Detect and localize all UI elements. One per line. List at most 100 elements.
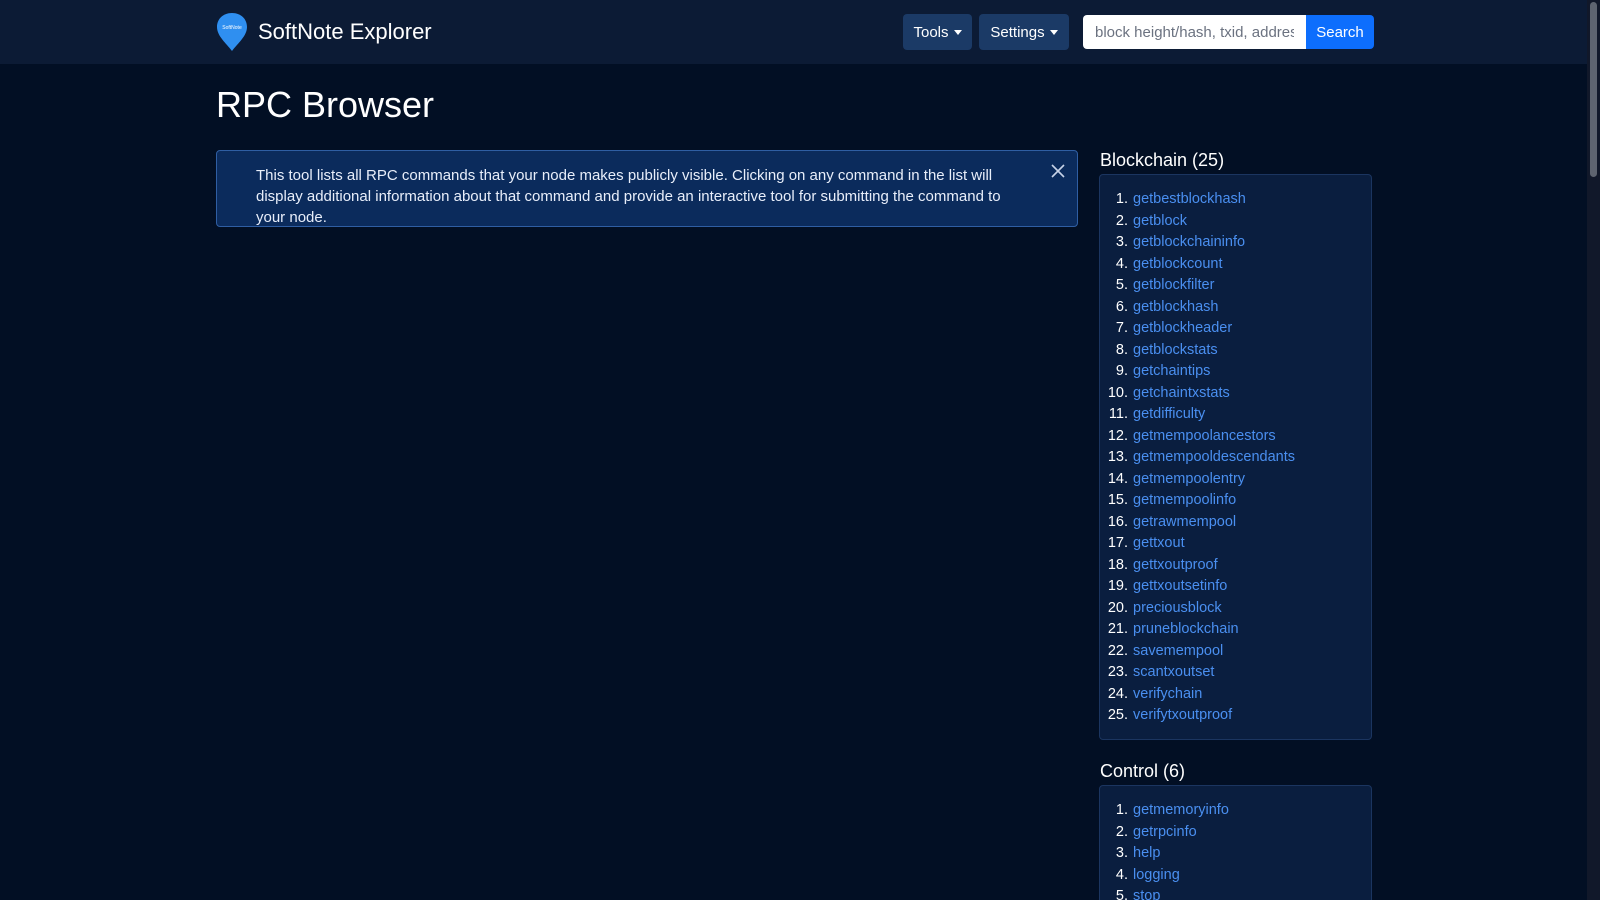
- blockchain-command-list: 1. getbestblockhash 2. getblock 3. getblockch…: [1099, 174, 1372, 740]
- item-number: 4.: [1115, 255, 1128, 272]
- alert-text: This tool lists all RPC commands that yo…: [256, 167, 1001, 226]
- command-link[interactable]: getblock: [1133, 211, 1187, 233]
- caret-down-icon: [1049, 29, 1058, 35]
- section-title-control: Control (6): [1100, 761, 1186, 781]
- item-number: 12.: [1107, 427, 1128, 444]
- item-number: 2.: [1115, 212, 1128, 229]
- item-number: 11.: [1108, 406, 1128, 422]
- item-number: 15.: [1107, 492, 1128, 508]
- list-item: 3. help: [1100, 843, 1371, 865]
- item-number: 13.: [1107, 449, 1128, 465]
- list-item: 4. getblockcount: [1100, 254, 1371, 276]
- command-list: 1. getbestblockhash 2. getblock 3. getblockch…: [1100, 175, 1371, 727]
- command-link[interactable]: getblockfilter: [1133, 275, 1214, 297]
- list-item: 11. getdifficulty: [1100, 404, 1371, 426]
- item-number: 25.: [1107, 707, 1128, 723]
- list-item: 12. getmempoolancestors: [1100, 426, 1371, 448]
- list-item: 20. preciousblock: [1100, 598, 1371, 620]
- command-link[interactable]: getblockcount: [1133, 254, 1222, 276]
- list-item: 14. getmempoolentry: [1100, 469, 1371, 491]
- command-link[interactable]: getblockheader: [1133, 318, 1232, 340]
- page-title: RPC Browser: [216, 84, 435, 125]
- command-link[interactable]: getchaintxstats: [1133, 383, 1230, 405]
- command-link[interactable]: help: [1133, 843, 1160, 865]
- list-item: 9. getchaintips: [1100, 361, 1371, 383]
- list-item: 13. getmempooldescendants: [1100, 447, 1371, 469]
- command-link[interactable]: savemempool: [1133, 641, 1223, 663]
- brand-link[interactable]: SoftNote SoftNote Explorer: [216, 12, 432, 52]
- command-link[interactable]: getblockstats: [1133, 340, 1218, 362]
- item-number: 9.: [1115, 363, 1128, 379]
- command-link[interactable]: getmempoolentry: [1133, 469, 1245, 491]
- page-scrollbar[interactable]: [1587, 0, 1600, 900]
- command-link[interactable]: preciousblock: [1133, 598, 1222, 620]
- item-number: 16.: [1107, 513, 1128, 530]
- command-link[interactable]: getdifficulty: [1133, 404, 1205, 426]
- navbar: SoftNote SoftNote Explorer Tools Setting…: [0, 0, 1587, 64]
- tools-dropdown-button[interactable]: Tools: [903, 14, 972, 50]
- logo-text: SoftNote: [222, 25, 242, 31]
- settings-label: Settings: [990, 23, 1045, 41]
- command-link[interactable]: getmempoolinfo: [1133, 490, 1236, 512]
- item-number: 2.: [1115, 823, 1128, 840]
- item-number: 10.: [1107, 384, 1128, 401]
- item-number: 21.: [1107, 621, 1128, 637]
- list-item: 2. getblock: [1100, 211, 1371, 233]
- search-button[interactable]: Search: [1306, 15, 1374, 49]
- command-link[interactable]: pruneblockchain: [1133, 619, 1239, 641]
- command-link[interactable]: gettxoutsetinfo: [1133, 576, 1227, 598]
- command-link[interactable]: verifychain: [1133, 684, 1202, 706]
- list-item: 22. savemempool: [1100, 641, 1371, 663]
- command-link[interactable]: gettxout: [1133, 533, 1185, 555]
- command-link[interactable]: getchaintips: [1133, 361, 1210, 383]
- command-link[interactable]: getblockchaininfo: [1133, 232, 1245, 254]
- item-number: 19.: [1107, 578, 1128, 594]
- item-number: 6.: [1115, 298, 1128, 315]
- command-link[interactable]: getbestblockhash: [1133, 189, 1246, 211]
- scrollbar-thumb[interactable]: [1590, 2, 1597, 177]
- search-input[interactable]: [1083, 15, 1306, 49]
- item-number: 8.: [1115, 341, 1128, 358]
- item-number: 5.: [1115, 277, 1128, 293]
- list-item: 23. scantxoutset: [1100, 662, 1371, 684]
- item-number: 17.: [1107, 535, 1128, 551]
- caret-down-icon: [953, 29, 962, 35]
- command-link[interactable]: stop: [1133, 886, 1160, 900]
- item-number: 1.: [1115, 802, 1128, 818]
- item-number: 20.: [1107, 599, 1128, 616]
- command-link[interactable]: scantxoutset: [1133, 662, 1214, 684]
- list-item: 1. getbestblockhash: [1100, 189, 1371, 211]
- item-number: 3.: [1115, 234, 1128, 250]
- close-icon[interactable]: [1051, 164, 1065, 178]
- command-link[interactable]: gettxoutproof: [1133, 555, 1218, 577]
- item-number: 4.: [1115, 866, 1128, 883]
- command-link[interactable]: getrpcinfo: [1133, 822, 1197, 844]
- item-number: 24.: [1107, 685, 1128, 702]
- list-item: 19. gettxoutsetinfo: [1100, 576, 1371, 598]
- list-item: 25. verifytxoutproof: [1100, 705, 1371, 727]
- list-item: 5. getblockfilter: [1100, 275, 1371, 297]
- list-item: 24. verifychain: [1100, 684, 1371, 706]
- command-link[interactable]: verifytxoutproof: [1133, 705, 1232, 727]
- list-item: 7. getblockheader: [1100, 318, 1371, 340]
- command-link[interactable]: getrawmempool: [1133, 512, 1236, 534]
- command-link[interactable]: getmempooldescendants: [1133, 447, 1295, 469]
- list-item: 8. getblockstats: [1100, 340, 1371, 362]
- control-command-list: 1. getmemoryinfo 2. getrpcinfo 3. help 4. loggi…: [1099, 785, 1372, 900]
- command-link[interactable]: getmemoryinfo: [1133, 800, 1229, 822]
- section-title-blockchain: Blockchain (25): [1100, 150, 1225, 170]
- list-item: 16. getrawmempool: [1100, 512, 1371, 534]
- list-item: 21. pruneblockchain: [1100, 619, 1371, 641]
- list-item: 2. getrpcinfo: [1100, 822, 1371, 844]
- list-item: 3. getblockchaininfo: [1100, 232, 1371, 254]
- command-link[interactable]: getblockhash: [1133, 297, 1218, 319]
- item-number: 5.: [1115, 888, 1128, 900]
- list-item: 4. logging: [1100, 865, 1371, 887]
- settings-dropdown-button[interactable]: Settings: [979, 14, 1069, 50]
- command-link[interactable]: getmempoolancestors: [1133, 426, 1276, 448]
- item-number: 1.: [1115, 191, 1128, 207]
- list-item: 1. getmemoryinfo: [1100, 800, 1371, 822]
- list-item: 10. getchaintxstats: [1100, 383, 1371, 405]
- list-item: 5. stop: [1100, 886, 1371, 900]
- command-link[interactable]: logging: [1133, 865, 1180, 887]
